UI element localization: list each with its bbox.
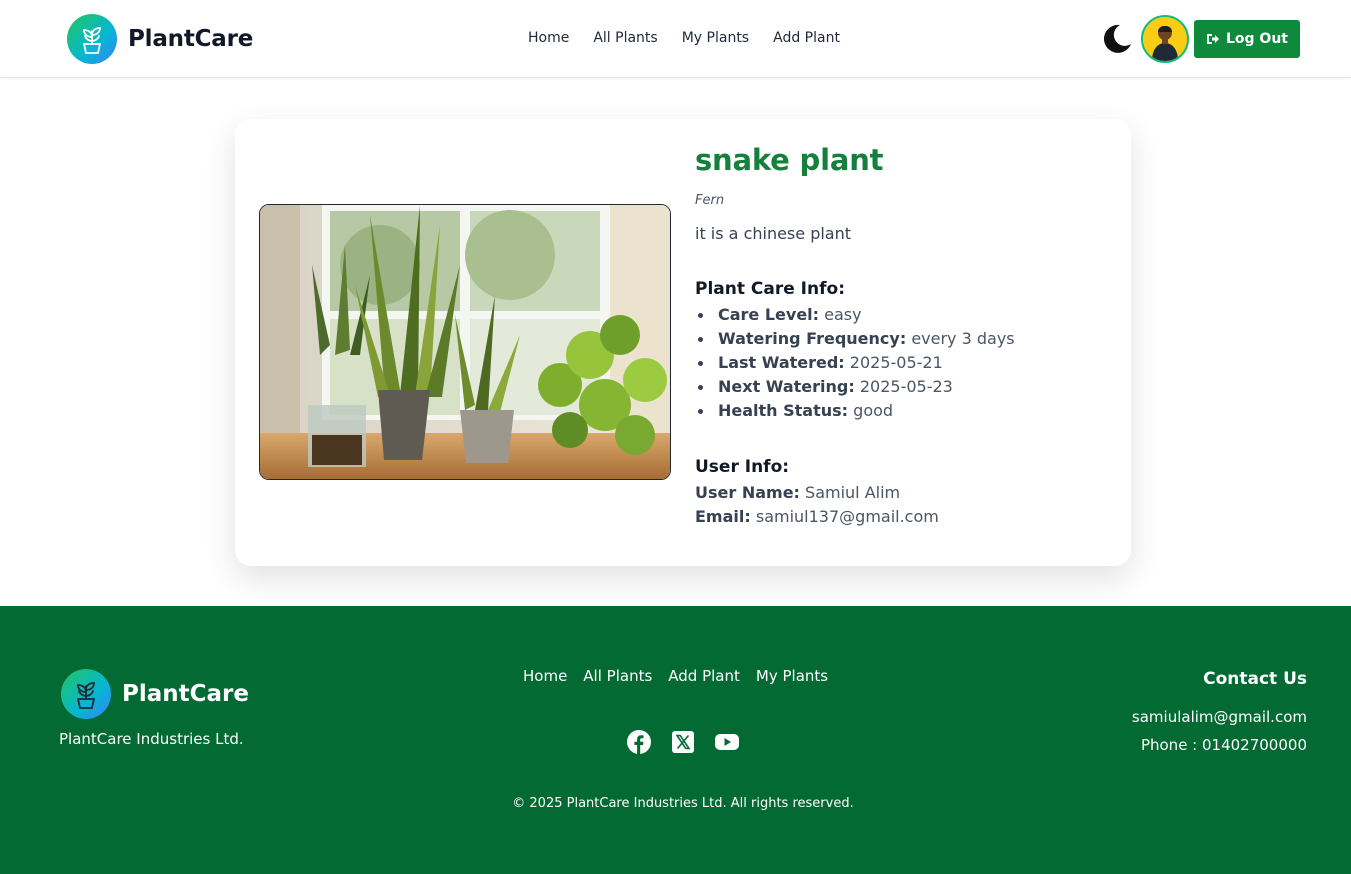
plant-logo-icon [61,669,111,719]
list-item: Last Watered: 2025-05-21 [695,351,1115,375]
plant-detail-card: snake plant Fern it is a chinese plant P… [235,119,1131,566]
footer-tagline: PlantCare Industries Ltd. [59,730,244,748]
watering-frequency-value: every 3 days [911,329,1015,348]
plant-info: snake plant Fern it is a chinese plant P… [695,141,1115,529]
user-name-label: User Name: [695,483,800,502]
logout-icon [1207,34,1219,44]
user-email-value: samiul137@gmail.com [755,507,939,526]
list-item: Watering Frequency: every 3 days [695,327,1115,351]
user-info-heading: User Info: [695,457,790,477]
footer-link-home[interactable]: Home [523,667,567,685]
user-email-label: Email: [695,507,751,526]
footer-link-add-plant[interactable]: Add Plant [668,667,740,685]
contact-email[interactable]: samiulalim@gmail.com [1132,708,1307,726]
footer-brand-name: PlantCare [122,681,249,707]
user-name-value: Samiul Alim [805,483,901,502]
nav-all-plants[interactable]: All Plants [593,30,657,46]
contact-heading: Contact Us [1203,669,1307,689]
moon-icon[interactable] [1100,22,1134,56]
brand-name: PlantCare [128,26,254,52]
youtube-icon[interactable] [715,730,739,754]
brand[interactable]: PlantCare [67,14,253,64]
footer: PlantCare PlantCare Industries Ltd. Home… [0,606,1351,874]
footer-link-my-plants[interactable]: My Plants [756,667,828,685]
avatar[interactable] [1141,15,1189,63]
footer-link-all-plants[interactable]: All Plants [583,667,652,685]
next-watering-label: Next Watering: [718,377,855,396]
list-item: Next Watering: 2025-05-23 [695,375,1115,399]
contact-phone: Phone : 01402700000 [1140,736,1307,754]
care-info-heading: Plant Care Info: [695,279,845,299]
plant-photo [259,204,671,480]
footer-nav: Home All Plants Add Plant My Plants [523,667,844,685]
nav-add-plant[interactable]: Add Plant [773,30,840,46]
user-name-row: User Name: Samiul Alim [695,481,1115,505]
list-item: Health Status: good [695,399,1115,423]
next-watering-value: 2025-05-23 [859,377,953,396]
plant-description: it is a chinese plant [695,224,852,243]
logout-button[interactable]: Log Out [1194,20,1300,58]
health-status-label: Health Status: [718,401,849,420]
watering-frequency-label: Watering Frequency: [718,329,907,348]
health-status-value: good [853,401,894,420]
nav-home[interactable]: Home [528,30,569,46]
navbar: PlantCare Home All Plants My Plants Add … [0,0,1351,78]
nav-my-plants[interactable]: My Plants [682,30,749,46]
last-watered-value: 2025-05-21 [849,353,943,372]
main-nav: Home All Plants My Plants Add Plant [528,30,864,46]
care-level-value: easy [824,305,862,324]
care-info-list: Care Level: easy Watering Frequency: eve… [695,303,1115,423]
plant-name: snake plant [695,143,884,177]
plant-logo-icon [67,14,117,64]
list-item: Care Level: easy [695,303,1115,327]
x-icon[interactable] [671,730,695,754]
facebook-icon[interactable] [627,730,651,754]
social-links [627,730,759,754]
copyright: © 2025 PlantCare Industries Ltd. All rig… [512,796,854,811]
plant-category: Fern [695,193,725,208]
last-watered-label: Last Watered: [718,353,845,372]
logout-label: Log Out [1226,31,1288,47]
care-level-label: Care Level: [718,305,820,324]
user-email-row: Email: samiul137@gmail.com [695,505,1115,529]
footer-brand[interactable]: PlantCare [61,669,249,719]
